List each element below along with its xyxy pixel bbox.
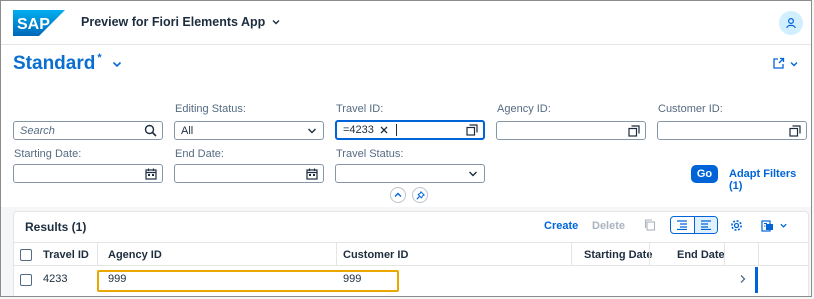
column-customer-id[interactable]: Customer ID	[343, 249, 408, 261]
shell-bar: SAP Preview for Fiori Elements App	[1, 1, 811, 45]
chevron-down-icon	[469, 171, 477, 177]
starting-date-label: Starting Date:	[14, 148, 82, 160]
copy-icon	[644, 219, 656, 231]
settings-button[interactable]	[728, 216, 744, 234]
row-checkbox[interactable]	[20, 274, 32, 286]
sap-logo[interactable]: SAP	[13, 10, 65, 36]
app-title-menu[interactable]: Preview for Fiori Elements App	[81, 15, 281, 29]
agency-id-label: Agency ID:	[497, 103, 551, 115]
variant-modified-marker: *	[97, 52, 102, 64]
create-button[interactable]: Create	[544, 220, 578, 232]
calendar-icon[interactable]	[145, 168, 157, 180]
chevron-down-icon	[112, 61, 121, 68]
results-table: Results (1) Create Delete Travel ID Agen…	[13, 211, 809, 296]
token-text: =4233	[343, 124, 374, 136]
adapt-filters-button[interactable]: Adapt Filters (1)	[729, 168, 811, 192]
app-title: Preview for Fiori Elements App	[81, 15, 266, 29]
chevron-down-icon	[790, 61, 798, 66]
value-help-icon[interactable]	[628, 125, 640, 137]
row-mode-toggle[interactable]	[670, 216, 718, 234]
calendar-icon[interactable]	[306, 168, 318, 180]
editing-status-label: Editing Status:	[175, 103, 246, 115]
text-caret	[395, 124, 397, 136]
gear-icon	[730, 219, 742, 231]
share-button[interactable]	[772, 57, 799, 70]
chevron-down-icon	[779, 223, 787, 228]
variant-name: Standard	[13, 53, 96, 74]
customer-id-label: Customer ID:	[658, 103, 723, 115]
pin-icon	[415, 190, 425, 200]
chevron-down-icon	[308, 128, 316, 134]
travel-status-label: Travel Status:	[336, 148, 404, 160]
page-header: Standard * Search Editing Status: All Tr…	[1, 45, 811, 207]
editing-status-select[interactable]: All	[174, 121, 324, 140]
avatar[interactable]	[779, 11, 803, 35]
go-button[interactable]: Go	[691, 165, 718, 183]
results-title: Results (1)	[25, 220, 87, 234]
editing-status-value: All	[181, 124, 194, 137]
copy-button[interactable]	[642, 216, 658, 234]
list-outdent-icon	[700, 220, 711, 230]
header-controls	[390, 187, 428, 203]
close-icon[interactable]	[380, 126, 388, 134]
app-frame: SAP Preview for Fiori Elements App Stand…	[0, 0, 812, 297]
chevron-down-icon	[272, 20, 280, 25]
search-input[interactable]: Search	[13, 121, 163, 140]
table-toolbar: Results (1) Create Delete	[14, 212, 808, 240]
column-travel-id[interactable]: Travel ID	[43, 249, 89, 261]
agency-id-input[interactable]	[496, 121, 646, 140]
highlight-box	[97, 270, 399, 292]
variant-selector[interactable]: Standard *	[13, 52, 122, 75]
travel-id-token[interactable]: =4233	[343, 124, 388, 136]
export-icon	[760, 219, 773, 232]
search-placeholder: Search	[20, 124, 55, 137]
share-icon	[773, 57, 785, 69]
cell-travel-id: 4233	[43, 273, 68, 285]
column-end-date[interactable]: End Date	[677, 249, 725, 261]
expand-rows-button[interactable]	[671, 217, 694, 233]
travel-id-input[interactable]: =4233	[335, 120, 485, 140]
value-help-icon[interactable]	[466, 124, 478, 136]
column-separator	[649, 243, 650, 265]
column-starting-date[interactable]: Starting Date	[584, 249, 652, 261]
travel-id-label: Travel ID:	[336, 103, 384, 115]
column-separator	[758, 243, 759, 265]
column-separator	[336, 243, 337, 265]
export-button[interactable]	[758, 216, 790, 234]
chevron-right-icon[interactable]	[739, 273, 747, 285]
end-date-label: End Date:	[175, 148, 224, 160]
customer-id-input[interactable]	[657, 121, 807, 140]
search-icon	[144, 124, 157, 137]
delete-button[interactable]: Delete	[592, 220, 625, 232]
column-separator	[571, 243, 572, 265]
column-separator	[97, 243, 98, 265]
column-separator	[724, 243, 725, 265]
table-row[interactable]: 4233 999 999	[14, 266, 808, 294]
select-all-checkbox[interactable]	[20, 249, 32, 261]
row-navigation-indicator	[755, 267, 758, 293]
user-icon	[786, 17, 796, 29]
column-agency-id[interactable]: Agency ID	[108, 249, 162, 261]
value-help-icon[interactable]	[789, 125, 801, 137]
chevron-up-icon	[394, 192, 402, 197]
end-date-input[interactable]	[174, 164, 324, 183]
logo-text: SAP	[17, 16, 50, 33]
collapse-rows-button[interactable]	[693, 217, 717, 233]
list-indent-icon	[677, 220, 688, 230]
starting-date-input[interactable]	[13, 164, 163, 183]
collapse-header-button[interactable]	[390, 187, 406, 203]
table-header-row: Travel ID Agency ID Customer ID Starting…	[14, 242, 808, 266]
travel-status-select[interactable]	[335, 164, 485, 183]
pin-header-button[interactable]	[412, 187, 428, 203]
